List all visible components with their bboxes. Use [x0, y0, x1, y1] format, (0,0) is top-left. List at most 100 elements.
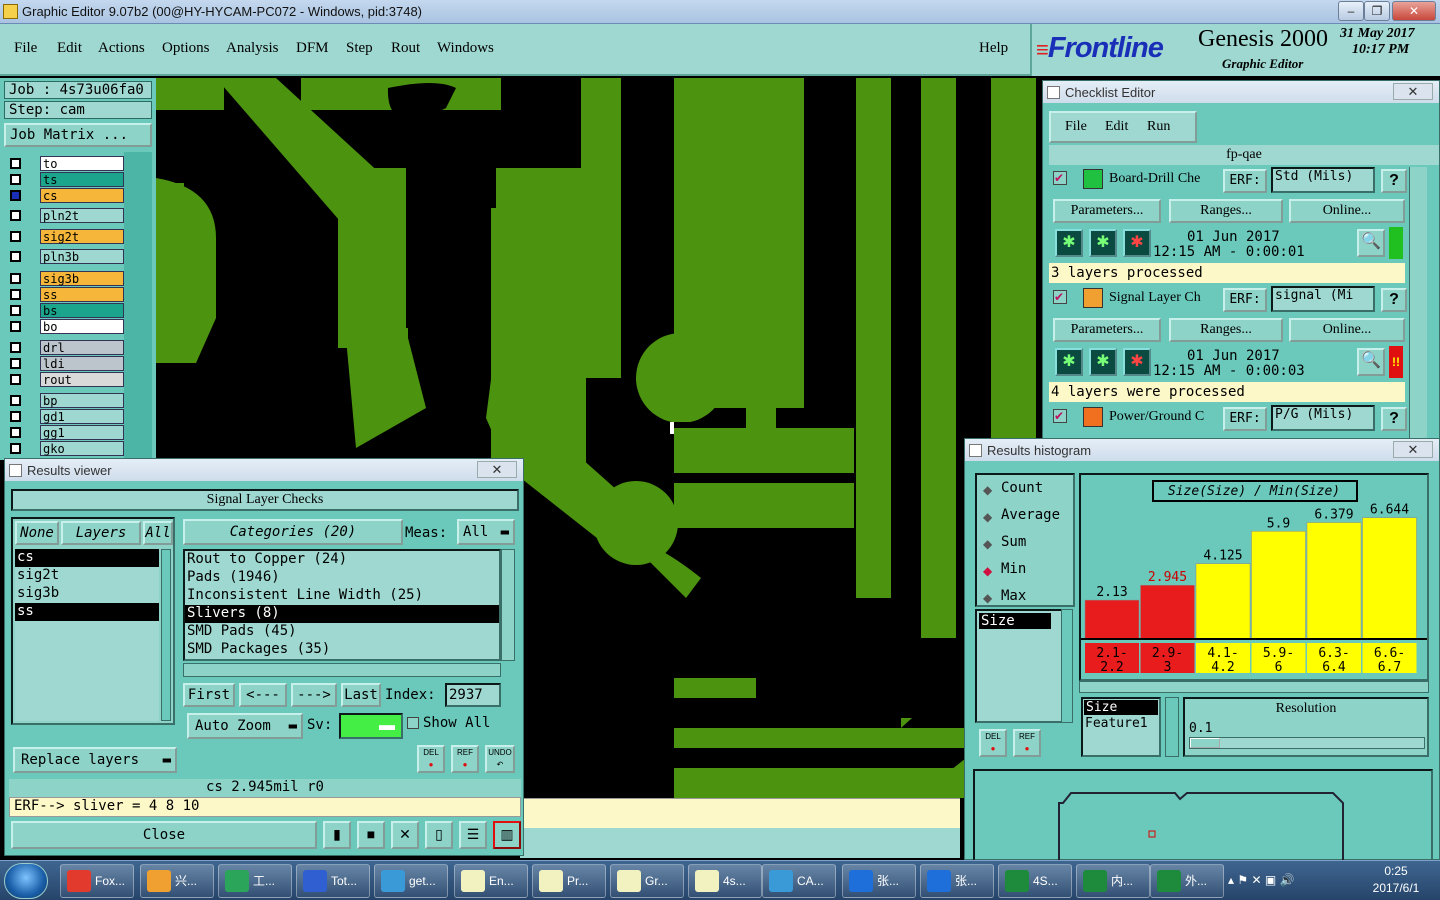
parameters-button[interactable]: Parameters... [1053, 318, 1161, 342]
layer-row-bp[interactable]: bp [8, 393, 124, 408]
taskbar-item[interactable]: En... [454, 864, 528, 898]
menu-edit[interactable]: Edit [57, 40, 82, 57]
category-item[interactable]: Pads (1946) [185, 569, 499, 587]
layer-row-pln2t[interactable]: pln2t [8, 208, 124, 223]
layer-name[interactable]: gg1 [40, 425, 124, 440]
help-button[interactable]: ? [1381, 288, 1407, 312]
layer-name[interactable]: bs [40, 303, 124, 318]
feature-list-scrollbar[interactable] [1165, 697, 1179, 757]
checklist-menu-file[interactable]: File [1065, 119, 1087, 135]
layer-row-ldi[interactable]: ldi [8, 356, 124, 371]
taskbar-item[interactable]: CA... [762, 864, 836, 898]
category-item[interactable]: SMD Packages (35) [185, 641, 499, 659]
zoom-icon[interactable]: 🔍 [1357, 229, 1385, 257]
radio-icon[interactable]: ◆ [983, 510, 992, 524]
layer-name[interactable]: ts [40, 172, 124, 187]
taskbar-item[interactable]: 张... [920, 864, 994, 898]
layer-row-ts[interactable]: ts [8, 172, 124, 187]
layer-row-gko[interactable]: gko [8, 441, 124, 456]
layer-name[interactable]: sig3b [40, 271, 124, 286]
layer-row-to[interactable]: to [8, 156, 124, 171]
histogram-bar[interactable] [1084, 599, 1140, 640]
histogram-bar[interactable] [1140, 584, 1195, 640]
all-button[interactable]: All [143, 521, 173, 545]
layer-checkbox[interactable] [10, 273, 21, 284]
histogram-bar[interactable] [1195, 563, 1251, 640]
layer-name[interactable]: gd1 [40, 409, 124, 424]
layer-checkbox[interactable] [10, 158, 21, 169]
layer-row-bo[interactable]: bo [8, 319, 124, 334]
layer-checkbox[interactable] [10, 411, 21, 422]
result-layer-item[interactable]: cs [15, 549, 159, 567]
category-item[interactable]: SMD Pads (45) [185, 623, 499, 641]
hist-del-icon[interactable]: DEL ● [979, 729, 1007, 757]
resolution-slider[interactable] [1189, 737, 1425, 749]
ref-icon[interactable]: REF ● [451, 745, 479, 773]
mode-min[interactable]: ◆ Min [983, 560, 1073, 580]
run-all-icon[interactable]: ✱ [1089, 229, 1117, 257]
erf-button[interactable]: ERF: [1223, 169, 1267, 193]
help-button[interactable]: ? [1381, 169, 1407, 193]
layer-checkbox[interactable] [10, 210, 21, 221]
notes-icon[interactable]: ☰ [459, 821, 487, 849]
ranges-button[interactable]: Ranges... [1169, 318, 1283, 342]
none-button[interactable]: None [15, 521, 59, 545]
layer-row-sig2t[interactable]: sig2t [8, 229, 124, 244]
taskbar-item[interactable]: 4S... [998, 864, 1072, 898]
delete-icon[interactable]: ■ [357, 821, 385, 849]
menu-actions[interactable]: Actions [98, 40, 145, 57]
layer-name[interactable]: sig2t [40, 229, 124, 244]
histogram-close-button[interactable]: ✕ [1393, 441, 1433, 458]
taskbar-item[interactable]: 兴... [140, 864, 214, 898]
layer-name[interactable]: rout [40, 372, 124, 387]
category-item[interactable]: Rout to Copper (24) [185, 551, 499, 569]
checklist-scrollbar[interactable] [1409, 167, 1427, 439]
layer-name[interactable]: ss [40, 287, 124, 302]
item-checkbox[interactable]: ✔ [1053, 290, 1067, 304]
layer-row-gd1[interactable]: gd1 [8, 409, 124, 424]
highlight-icon[interactable]: ▮ [323, 821, 351, 849]
layers-icon[interactable]: ▯ [425, 821, 453, 849]
job-matrix-button[interactable]: Job Matrix ... [4, 123, 152, 147]
stop-icon[interactable]: ✱ [1123, 348, 1151, 376]
layer-name[interactable]: to [40, 156, 124, 171]
cross-icon[interactable]: ✕ [391, 821, 419, 849]
checklist-menu-run[interactable]: Run [1147, 119, 1170, 135]
result-layer-item[interactable]: sig3b [15, 585, 159, 603]
erf-value[interactable]: signal (Mi [1271, 286, 1375, 312]
erf-button[interactable]: ERF: [1223, 407, 1267, 431]
meas-dropdown[interactable]: All ▬ [457, 519, 515, 545]
undo-icon[interactable]: UNDO ↶ [485, 745, 515, 773]
help-menu[interactable]: Help [979, 40, 1008, 57]
taskbar-item[interactable]: 内... [1076, 864, 1150, 898]
hist-ref-icon[interactable]: REF ● [1013, 729, 1041, 757]
taskbar-item[interactable]: Pr... [532, 864, 606, 898]
mode-average[interactable]: ◆ Average [983, 506, 1073, 526]
result-layer-item[interactable]: sig2t [15, 567, 159, 585]
category-item[interactable]: Slivers (8) [185, 605, 499, 623]
layer-row-cs[interactable]: cs [8, 188, 124, 203]
layer-checkbox[interactable] [10, 289, 21, 300]
zoom-icon[interactable]: 🔍 [1357, 348, 1385, 376]
del-icon[interactable]: DEL ● [417, 745, 445, 773]
menu-file[interactable]: File [14, 40, 37, 57]
layer-row-sig3b[interactable]: sig3b [8, 271, 124, 286]
layer-name[interactable]: pln3b [40, 249, 124, 264]
taskbar-item[interactable]: 张... [842, 864, 916, 898]
item-checkbox[interactable]: ✔ [1053, 171, 1067, 185]
mode-count[interactable]: ◆ Count [983, 479, 1073, 499]
layer-name[interactable]: pln2t [40, 208, 124, 223]
histogram-scrollbar[interactable] [1079, 681, 1429, 693]
layer-checkbox[interactable] [10, 427, 21, 438]
erf-button[interactable]: ERF: [1223, 288, 1267, 312]
taskbar-item[interactable]: Tot... [296, 864, 370, 898]
radio-icon[interactable]: ◆ [983, 564, 992, 578]
minimize-button[interactable]: – [1338, 1, 1364, 21]
run-all-icon[interactable]: ✱ [1089, 348, 1117, 376]
checklist-close-button[interactable]: ✕ [1393, 83, 1433, 100]
layer-row-bs[interactable]: bs [8, 303, 124, 318]
categories-scrollbar[interactable] [501, 549, 515, 661]
next-button[interactable]: ---> [291, 683, 337, 707]
layer-name[interactable]: cs [40, 188, 124, 203]
menu-options[interactable]: Options [162, 40, 210, 57]
